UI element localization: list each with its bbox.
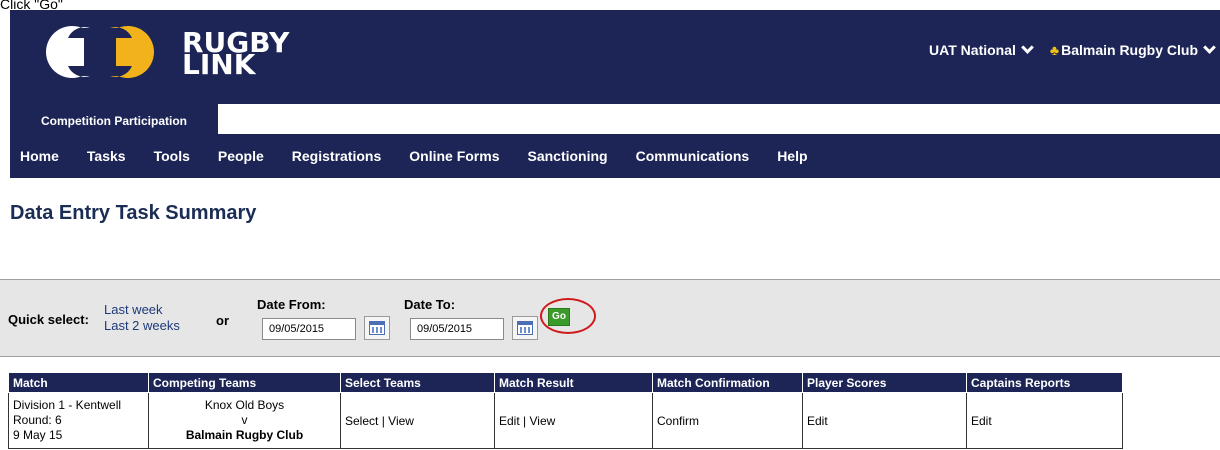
col-match-result: Match Result bbox=[494, 372, 653, 393]
match-cell: Division 1 - Kentwell Round: 6 9 May 15 bbox=[8, 392, 149, 449]
match-division: Division 1 - Kentwell bbox=[13, 398, 122, 412]
logo-text: RUGBY LINK bbox=[182, 26, 290, 81]
player-scores-cell: Edit bbox=[802, 392, 967, 449]
nav-people[interactable]: People bbox=[218, 148, 264, 164]
club-label: Balmain Rugby Club bbox=[1061, 42, 1198, 58]
quick-select-label: Quick select: bbox=[8, 312, 89, 327]
teams-cell: Knox Old Boys v Balmain Rugby Club bbox=[148, 392, 341, 449]
account-menus: UAT National ♣ Balmain Rugby Club bbox=[911, 41, 1216, 58]
national-label: UAT National bbox=[929, 42, 1016, 58]
tab-strip: Competition Participation bbox=[10, 104, 1220, 134]
quick-select-links: Last week Last 2 weeks bbox=[104, 302, 180, 334]
edit-player-scores-link[interactable]: Edit bbox=[807, 414, 828, 428]
nav-online-forms[interactable]: Online Forms bbox=[409, 148, 499, 164]
nav-tools[interactable]: Tools bbox=[154, 148, 190, 164]
edit-result-link[interactable]: Edit bbox=[499, 414, 520, 428]
captains-reports-cell: Edit bbox=[966, 392, 1123, 449]
go-button[interactable]: Go bbox=[548, 308, 570, 326]
date-from-input[interactable] bbox=[262, 318, 356, 340]
home-team: Balmain Rugby Club bbox=[185, 428, 304, 442]
match-round: Round: 6 bbox=[13, 413, 62, 427]
select-teams-cell: Select | View bbox=[340, 392, 495, 449]
select-teams-link[interactable]: Select bbox=[345, 414, 378, 428]
calendar-icon bbox=[517, 321, 533, 335]
date-to-label: Date To: bbox=[404, 297, 456, 312]
logo-mark-icon bbox=[46, 26, 154, 79]
col-match: Match bbox=[8, 372, 149, 393]
col-select-teams: Select Teams bbox=[340, 372, 495, 393]
last-2-weeks-link[interactable]: Last 2 weeks bbox=[104, 318, 180, 334]
national-menu[interactable]: UAT National bbox=[929, 41, 1034, 58]
nav-home[interactable]: Home bbox=[20, 148, 59, 164]
nav-help[interactable]: Help bbox=[777, 148, 807, 164]
rugby-link-logo[interactable]: RUGBY LINK bbox=[30, 20, 300, 84]
main-nav: Home Tasks Tools People Registrations On… bbox=[10, 134, 1220, 178]
nav-communications[interactable]: Communications bbox=[636, 148, 750, 164]
club-menu[interactable]: ♣ Balmain Rugby Club bbox=[1049, 41, 1216, 58]
chevron-down-icon bbox=[1021, 41, 1034, 54]
table-row: Division 1 - Kentwell Round: 6 9 May 15 … bbox=[8, 392, 1123, 449]
date-from-calendar-button[interactable] bbox=[364, 316, 390, 340]
date-filter-panel: Quick select: Last week Last 2 weeks or … bbox=[0, 279, 1220, 357]
org-chart-icon: ♣ bbox=[1049, 42, 1060, 58]
col-player-scores: Player Scores bbox=[802, 372, 967, 393]
task-table: Match Competing Teams Select Teams Match… bbox=[8, 372, 1123, 449]
view-teams-link[interactable]: View bbox=[388, 414, 414, 428]
match-date: 9 May 15 bbox=[13, 428, 63, 442]
table-header-row: Match Competing Teams Select Teams Match… bbox=[8, 372, 1123, 393]
nav-sanctioning[interactable]: Sanctioning bbox=[527, 148, 607, 164]
page-title: Data Entry Task Summary bbox=[10, 202, 257, 224]
confirm-link[interactable]: Confirm bbox=[657, 414, 699, 428]
col-match-confirmation: Match Confirmation bbox=[652, 372, 803, 393]
header-bar: RUGBY LINK UAT National ♣ Balmain Rugby … bbox=[10, 10, 1220, 104]
tab-competition-participation[interactable]: Competition Participation bbox=[20, 104, 218, 134]
tab-strip-edge bbox=[10, 104, 20, 134]
nav-registrations[interactable]: Registrations bbox=[292, 148, 381, 164]
match-result-cell: Edit | View bbox=[494, 392, 653, 449]
versus-label: v bbox=[241, 413, 248, 427]
away-team: Knox Old Boys bbox=[204, 398, 285, 412]
chevron-down-icon bbox=[1203, 41, 1216, 54]
calendar-icon bbox=[369, 321, 385, 335]
view-result-link[interactable]: View bbox=[529, 414, 555, 428]
col-competing-teams: Competing Teams bbox=[148, 372, 341, 393]
date-from-label: Date From: bbox=[257, 297, 326, 312]
col-captains-reports: Captains Reports bbox=[966, 372, 1123, 393]
date-to-input[interactable] bbox=[410, 318, 504, 340]
or-label: or bbox=[216, 313, 229, 328]
nav-tasks[interactable]: Tasks bbox=[87, 148, 126, 164]
edit-captains-reports-link[interactable]: Edit bbox=[971, 414, 992, 428]
match-confirmation-cell: Confirm bbox=[652, 392, 803, 449]
date-to-calendar-button[interactable] bbox=[512, 316, 538, 340]
last-week-link[interactable]: Last week bbox=[104, 302, 180, 318]
